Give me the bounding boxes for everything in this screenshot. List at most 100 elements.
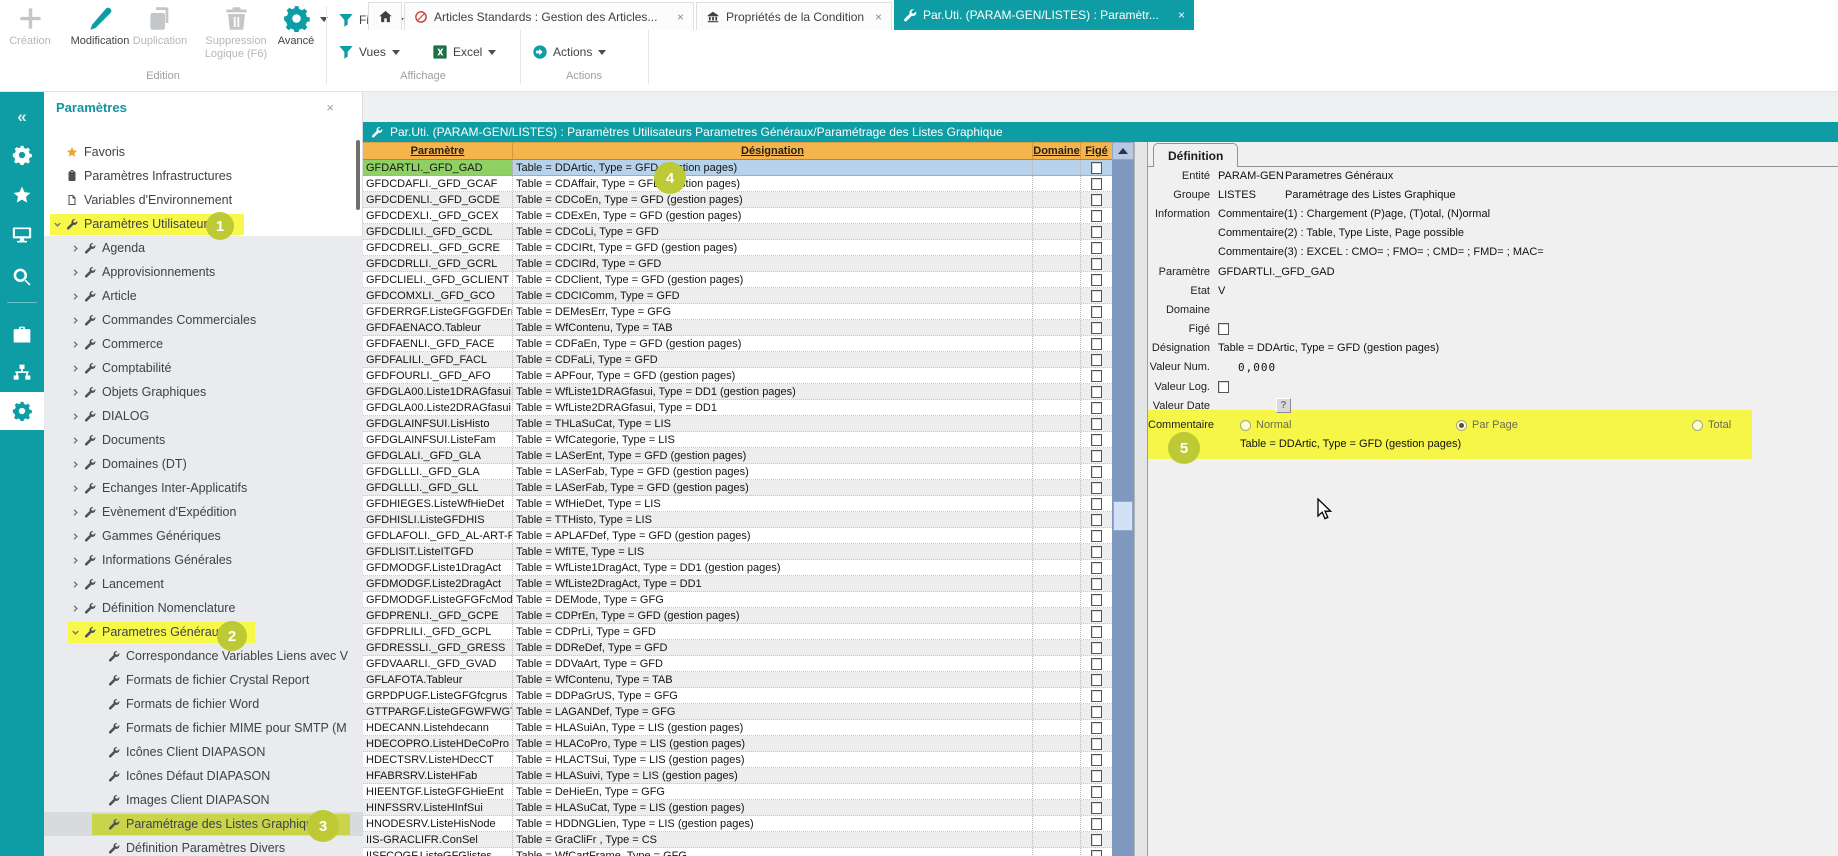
- table-row[interactable]: GFDGLA00.Liste1DRAGfasuiTable = WfListe1…: [363, 384, 1112, 400]
- fige-checkbox[interactable]: [1091, 402, 1102, 414]
- scroll-up-icon[interactable]: [1112, 142, 1134, 160]
- fige-checkbox[interactable]: [1091, 466, 1102, 478]
- sidebar-item[interactable]: Agenda: [44, 236, 363, 260]
- close-icon[interactable]: ×: [867, 10, 882, 24]
- chevron-right-icon[interactable]: [68, 532, 83, 541]
- fige-checkbox[interactable]: [1091, 354, 1102, 366]
- fige-checkbox[interactable]: [1091, 338, 1102, 350]
- advanced-button[interactable]: Avancé: [272, 5, 320, 69]
- fige-checkbox[interactable]: [1091, 770, 1102, 782]
- sidebar-item[interactable]: Formats de fichier Word: [44, 692, 363, 716]
- table-row[interactable]: GFDCDRELI._GFD_GCRETable = CDCIRt, Type …: [363, 240, 1112, 256]
- close-icon[interactable]: ×: [669, 10, 684, 24]
- field-checkbox[interactable]: [1218, 323, 1229, 335]
- collapse-sidebar-icon[interactable]: «: [0, 100, 44, 134]
- date-help-button[interactable]: ?: [1276, 398, 1291, 413]
- table-row[interactable]: IISFCOGF.ListeGFGlistesTable = WfCartFra…: [363, 848, 1112, 856]
- table-row[interactable]: HIEENTGF.ListeGFGHieEntTable = DeHieEn, …: [363, 784, 1112, 800]
- table-row[interactable]: GFDGLLLI._GFD_GLATable = LASerFab, Type …: [363, 464, 1112, 480]
- fige-checkbox[interactable]: [1091, 834, 1102, 846]
- table-row[interactable]: GFDRESSLI._GFD_GRESSTable = DDReDef, Typ…: [363, 640, 1112, 656]
- sidebar-item[interactable]: Formats de fichier MIME pour SMTP (M: [44, 716, 363, 740]
- fige-checkbox[interactable]: [1091, 370, 1102, 382]
- sidebar-item[interactable]: Informations Générales: [44, 548, 363, 572]
- fige-checkbox[interactable]: [1091, 450, 1102, 462]
- chevron-right-icon[interactable]: [68, 556, 83, 565]
- sidebar-item[interactable]: DIALOG: [44, 404, 363, 428]
- fige-checkbox[interactable]: [1091, 418, 1102, 430]
- fige-checkbox[interactable]: [1091, 562, 1102, 574]
- close-icon[interactable]: ×: [326, 100, 334, 115]
- excel-button[interactable]: Excel: [432, 40, 496, 64]
- star-icon[interactable]: [0, 178, 44, 212]
- table-row[interactable]: GFDGLAINFSUI.LisHistoTable = THLaSuCat, …: [363, 416, 1112, 432]
- sidebar-item[interactable]: Documents: [44, 428, 363, 452]
- fige-checkbox[interactable]: [1091, 530, 1102, 542]
- fige-checkbox[interactable]: [1091, 722, 1102, 734]
- fige-checkbox[interactable]: [1091, 194, 1102, 206]
- sidebar-item[interactable]: Correspondance Variables Liens avec V: [44, 644, 363, 668]
- radio-icon[interactable]: [1692, 420, 1703, 431]
- table-row[interactable]: GFDCLIELI._GFD_GCLIENTTable = CDClient, …: [363, 272, 1112, 288]
- fige-checkbox[interactable]: [1091, 258, 1102, 270]
- table-row[interactable]: GFDCDRLLI._GFD_GCRLTable = CDCIRd, Type …: [363, 256, 1112, 272]
- chevron-right-icon[interactable]: [68, 316, 83, 325]
- fige-checkbox[interactable]: [1091, 178, 1102, 190]
- radio-icon[interactable]: [1456, 420, 1467, 431]
- table-row[interactable]: GFDCDLILI._GFD_GCDLTable = CDCoLi, Type …: [363, 224, 1112, 240]
- chevron-down-icon[interactable]: [598, 50, 606, 55]
- chevron-right-icon[interactable]: [68, 412, 83, 421]
- table-row[interactable]: GFDVAARLI._GFD_GVADTable = DDVaArt, Type…: [363, 656, 1112, 672]
- tab-definition[interactable]: Définition: [1153, 143, 1238, 167]
- scrollbar-thumb[interactable]: [1113, 501, 1133, 531]
- table-row[interactable]: GFDGLAINFSUI.ListeFamTable = WfCategorie…: [363, 432, 1112, 448]
- fige-checkbox[interactable]: [1091, 290, 1102, 302]
- sidebar-item[interactable]: Parametres Généraux: [44, 620, 363, 644]
- sidebar-item[interactable]: Définition Nomenclature: [44, 596, 363, 620]
- chevron-right-icon[interactable]: [68, 388, 83, 397]
- table-row[interactable]: GFDFAENLI._GFD_FACETable = CDFaEn, Type …: [363, 336, 1112, 352]
- table-row[interactable]: GFLAFOTA.TableurTable = WfContenu, Type …: [363, 672, 1112, 688]
- vertical-scrollbar[interactable]: [1112, 142, 1134, 856]
- sidebar-item[interactable]: Article: [44, 284, 363, 308]
- sidebar-item[interactable]: Paramètres Utilisateurs: [44, 212, 363, 236]
- chevron-down-icon[interactable]: [68, 628, 83, 637]
- sidebar-item[interactable]: Commerce: [44, 332, 363, 356]
- fige-checkbox[interactable]: [1091, 658, 1102, 670]
- sidebar-item[interactable]: Domaines (DT): [44, 452, 363, 476]
- table-row[interactable]: GFDFALILI._GFD_FACLTable = CDFaLi, Type …: [363, 352, 1112, 368]
- table-row[interactable]: GFDCDAFLI._GFD_GCAFTable = CDAffair, Typ…: [363, 176, 1112, 192]
- duplicate-button[interactable]: Duplication: [126, 5, 194, 69]
- actions-button[interactable]: Actions: [532, 40, 606, 64]
- table-row[interactable]: GFDCDENLI._GFD_GCDETable = CDCoEn, Type …: [363, 192, 1112, 208]
- sidebar-item[interactable]: Icônes Client DIAPASON: [44, 740, 363, 764]
- logical-delete-button[interactable]: Suppression Logique (F6): [196, 5, 276, 69]
- monitor-icon[interactable]: [0, 218, 44, 252]
- sidebar-item[interactable]: Variables d'Environnement: [44, 188, 363, 212]
- table-row[interactable]: IIS-GRACLIFR.ConSelTable = GraCliFr , Ty…: [363, 832, 1112, 848]
- chevron-down-icon[interactable]: [488, 50, 496, 55]
- fige-checkbox[interactable]: [1091, 674, 1102, 686]
- create-button[interactable]: Création: [6, 5, 54, 69]
- hierarchy-icon[interactable]: [0, 356, 44, 390]
- table-row[interactable]: HDECOPRO.ListeHDeCoProTable = HLACoPro, …: [363, 736, 1112, 752]
- fige-checkbox[interactable]: [1091, 578, 1102, 590]
- sidebar-scrollbar-thumb[interactable]: [356, 140, 360, 210]
- fige-checkbox[interactable]: [1091, 306, 1102, 318]
- chevron-right-icon[interactable]: [68, 268, 83, 277]
- chevron-right-icon[interactable]: [68, 508, 83, 517]
- table-row[interactable]: HINFSSRV.ListeHInfSuiTable = HLASuCat, T…: [363, 800, 1112, 816]
- table-row[interactable]: GFDGLA00.Liste2DRAGfasuiTable = WfListe2…: [363, 400, 1112, 416]
- column-header-fige[interactable]: Figé: [1081, 143, 1112, 159]
- tab-articles-standards[interactable]: Articles Standards : Gestion des Article…: [404, 2, 694, 30]
- tab-par-uti-active[interactable]: Par.Uti. (PARAM-GEN/LISTES) : Paramètr..…: [894, 0, 1194, 30]
- chevron-right-icon[interactable]: [68, 604, 83, 613]
- fige-checkbox[interactable]: [1091, 690, 1102, 702]
- fige-checkbox[interactable]: [1091, 546, 1102, 558]
- chevron-right-icon[interactable]: [68, 292, 83, 301]
- chevron-right-icon[interactable]: [68, 340, 83, 349]
- table-row[interactable]: GFDARTLI._GFD_GADTable = DDArtic, Type =…: [363, 160, 1112, 176]
- table-row[interactable]: HDECANN.ListehdecannTable = HLASuiAn, Ty…: [363, 720, 1112, 736]
- chevron-right-icon[interactable]: [68, 364, 83, 373]
- fige-checkbox[interactable]: [1091, 738, 1102, 750]
